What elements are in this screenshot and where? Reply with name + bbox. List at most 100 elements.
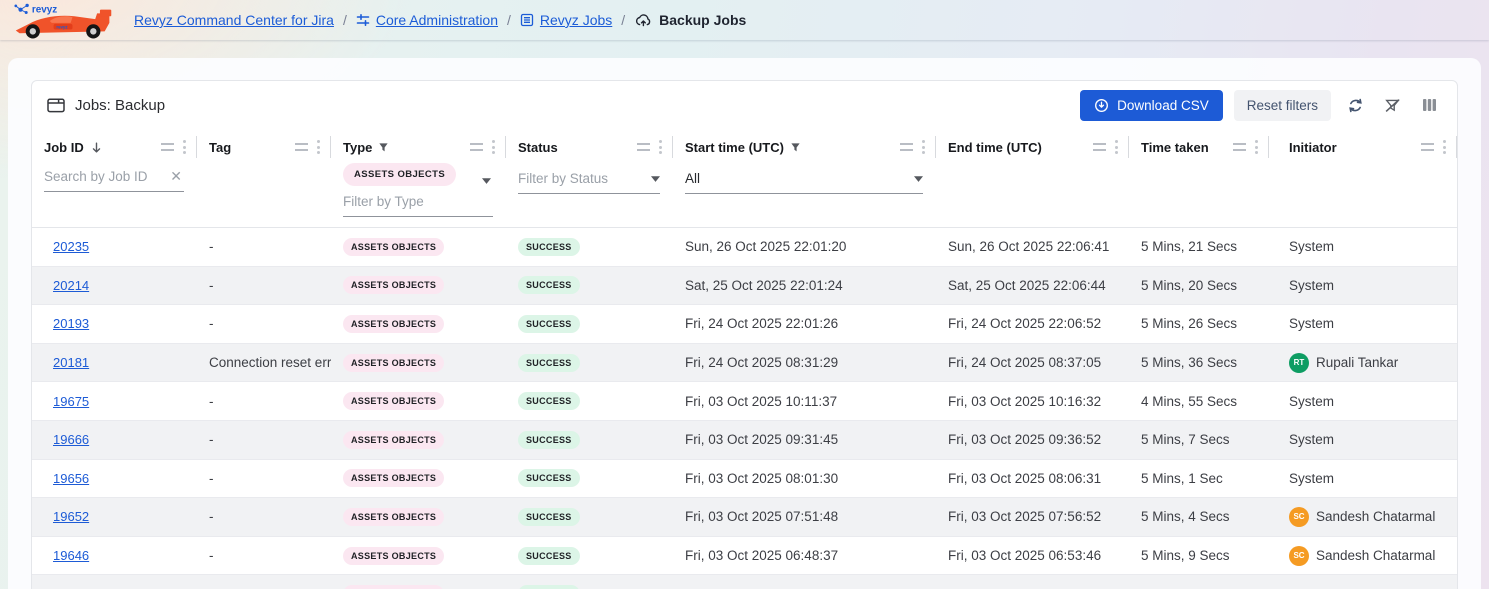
- job-id-link[interactable]: 19675: [53, 394, 89, 409]
- jobs-backup-card: Jobs: Backup Download CSV Reset filters: [31, 80, 1458, 589]
- job-id-link[interactable]: 19646: [53, 548, 89, 563]
- job-id-link[interactable]: 20214: [53, 278, 89, 293]
- breadcrumb-separator: /: [507, 12, 511, 28]
- type-filter-input[interactable]: [343, 192, 493, 216]
- card-title-text: Jobs: Backup: [75, 97, 165, 114]
- initiator-name: Rupali Tankar: [1316, 355, 1398, 370]
- molecule-icon: [14, 3, 28, 13]
- column-status: Status Filter by Status: [506, 129, 673, 217]
- column-drag-handle[interactable]: [1233, 143, 1246, 151]
- breadcrumb-link-revyz-jobs[interactable]: Revyz Jobs: [520, 12, 612, 28]
- svg-text:revyz: revyz: [56, 24, 67, 29]
- initiator-cell: System: [1269, 432, 1457, 447]
- status-badge: SUCCESS: [518, 469, 580, 487]
- window-icon: [47, 98, 65, 113]
- column-drag-handle[interactable]: [161, 143, 174, 151]
- column-label[interactable]: Job ID: [44, 140, 84, 155]
- clear-filters-button[interactable]: [1379, 93, 1405, 117]
- download-csv-button[interactable]: Download CSV: [1080, 90, 1223, 121]
- refresh-button[interactable]: [1342, 93, 1368, 117]
- job-id-search-input[interactable]: [44, 167, 168, 191]
- initiator-cell: System: [1269, 394, 1457, 409]
- end-time-cell: Sat, 25 Oct 2025 22:06:44: [936, 278, 1129, 293]
- column-type: Type ASSETS OBJECTS: [331, 129, 506, 217]
- initiator-name: System: [1289, 471, 1334, 486]
- status-badge: SUCCESS: [518, 431, 580, 449]
- column-menu-icon[interactable]: [180, 138, 189, 156]
- column-label[interactable]: Initiator: [1289, 140, 1337, 155]
- column-menu-icon[interactable]: [1252, 138, 1261, 156]
- filter-funnel-icon: [790, 142, 801, 153]
- column-drag-handle[interactable]: [637, 143, 650, 151]
- table-row: 19656 - ASSETS OBJECTS SUCCESS Fri, 03 O…: [32, 460, 1457, 499]
- column-end-time: End time (UTC): [936, 129, 1129, 217]
- status-filter-select[interactable]: Filter by Status: [518, 171, 660, 194]
- table-row: 20214 - ASSETS OBJECTS SUCCESS Sat, 25 O…: [32, 267, 1457, 306]
- start-time-cell: Sun, 26 Oct 2025 22:01:20: [673, 239, 936, 254]
- avatar: SC: [1289, 507, 1309, 527]
- breadcrumb-link-command-center[interactable]: Revyz Command Center for Jira: [134, 12, 334, 28]
- clear-search-icon[interactable]: ✕: [168, 168, 184, 191]
- type-filter-chip[interactable]: ASSETS OBJECTS: [343, 163, 456, 186]
- page-panel: Jobs: Backup Download CSV Reset filters: [8, 58, 1481, 589]
- column-menu-icon[interactable]: [489, 138, 498, 156]
- time-taken-cell: 4 Mins, 55 Secs: [1129, 394, 1269, 409]
- start-time-filter-select[interactable]: All: [685, 171, 923, 194]
- start-time-cell: Fri, 03 Oct 2025 10:11:37: [673, 394, 936, 409]
- toolbar-actions: Download CSV Reset filters: [1080, 90, 1442, 121]
- breadcrumb-link-core-administration[interactable]: Core Administration: [356, 12, 498, 28]
- job-id-link[interactable]: 20181: [53, 355, 89, 370]
- tag-cell: -: [197, 278, 331, 293]
- column-drag-handle[interactable]: [470, 143, 483, 151]
- end-time-cell: Fri, 03 Oct 2025 06:53:46: [936, 548, 1129, 563]
- status-badge: SUCCESS: [518, 276, 580, 294]
- column-label[interactable]: Type: [343, 140, 372, 155]
- column-label[interactable]: Status: [518, 140, 558, 155]
- chevron-down-icon: [914, 176, 923, 182]
- type-badge: ASSETS OBJECTS: [343, 392, 444, 410]
- breadcrumb-separator: /: [621, 12, 625, 28]
- end-time-cell: Fri, 24 Oct 2025 08:37:05: [936, 355, 1129, 370]
- column-label[interactable]: Tag: [209, 140, 231, 155]
- start-time-cell: Fri, 24 Oct 2025 22:01:26: [673, 316, 936, 331]
- columns-icon: [1422, 98, 1437, 112]
- column-drag-handle[interactable]: [1093, 143, 1106, 151]
- breadcrumb: Revyz Command Center for Jira / Core Adm…: [134, 12, 746, 28]
- chevron-down-icon[interactable]: [482, 178, 491, 184]
- column-label[interactable]: Start time (UTC): [685, 140, 784, 155]
- column-drag-handle[interactable]: [1421, 143, 1434, 151]
- job-id-link[interactable]: 20235: [53, 239, 89, 254]
- type-badge: ASSETS OBJECTS: [343, 238, 444, 256]
- tag-cell: -: [197, 548, 331, 563]
- column-menu-icon[interactable]: [919, 138, 928, 156]
- column-menu-icon[interactable]: [1112, 138, 1121, 156]
- column-label[interactable]: End time (UTC): [948, 140, 1042, 155]
- sort-desc-icon[interactable]: [90, 141, 103, 154]
- status-badge: SUCCESS: [518, 392, 580, 410]
- reset-filters-button[interactable]: Reset filters: [1234, 90, 1331, 121]
- list-icon: [520, 13, 534, 27]
- column-label[interactable]: Time taken: [1141, 140, 1209, 155]
- type-badge: ASSETS OBJECTS: [343, 469, 444, 487]
- start-time-cell: Fri, 24 Oct 2025 08:31:29: [673, 355, 936, 370]
- column-menu-icon[interactable]: [1440, 138, 1449, 156]
- end-time-cell: Sun, 26 Oct 2025 22:06:41: [936, 239, 1129, 254]
- column-menu-icon[interactable]: [314, 138, 323, 156]
- column-drag-handle[interactable]: [295, 143, 308, 151]
- job-id-link[interactable]: 20193: [53, 316, 89, 331]
- job-id-link[interactable]: 19666: [53, 432, 89, 447]
- column-start-time: Start time (UTC) All: [673, 129, 936, 217]
- end-time-cell: Fri, 03 Oct 2025 07:56:52: [936, 509, 1129, 524]
- columns-button[interactable]: [1416, 93, 1442, 117]
- column-drag-handle[interactable]: [900, 143, 913, 151]
- table-row: 19666 - ASSETS OBJECTS SUCCESS Fri, 03 O…: [32, 421, 1457, 460]
- initiator-cell: System: [1269, 471, 1457, 486]
- job-id-link[interactable]: 19652: [53, 509, 89, 524]
- job-id-link[interactable]: 19656: [53, 471, 89, 486]
- type-badge: ASSETS OBJECTS: [343, 315, 444, 333]
- time-taken-cell: 5 Mins, 20 Secs: [1129, 278, 1269, 293]
- table-row: 20181 Connection reset error te ASSETS O…: [32, 344, 1457, 383]
- column-menu-icon[interactable]: [656, 138, 665, 156]
- avatar: SC: [1289, 546, 1309, 566]
- start-time-cell: Fri, 03 Oct 2025 09:31:45: [673, 432, 936, 447]
